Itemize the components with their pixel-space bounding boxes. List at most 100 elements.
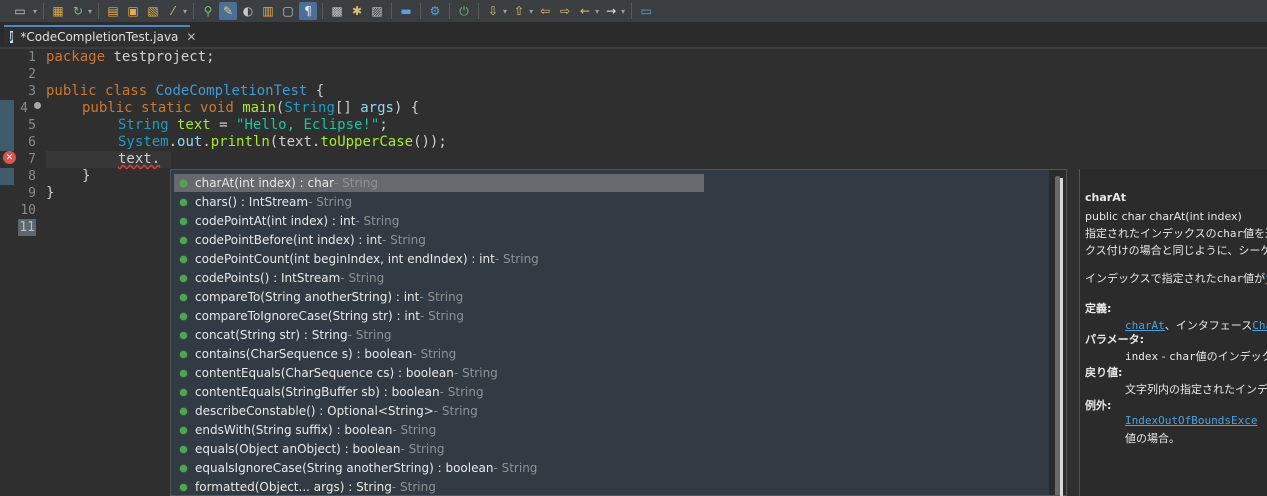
- definition-text: charAt、インタフェースCharS: [1125, 317, 1267, 333]
- back-icon[interactable]: ←: [576, 2, 594, 20]
- code-line-4: public static void main(String[] args) {: [82, 100, 420, 116]
- javadoc-signature: public char charAt(int index): [1085, 210, 1242, 223]
- toolbar-separator: [449, 3, 451, 19]
- proposal-owner: - String: [391, 480, 436, 494]
- settings-icon[interactable]: ⚙: [426, 2, 444, 20]
- proposal-owner: - String: [340, 271, 385, 285]
- line-number: 7: [28, 152, 36, 167]
- definition-label: 定義:: [1085, 302, 1112, 315]
- open-perspective-icon[interactable]: ▭: [637, 2, 655, 20]
- proposal-owner: - String: [433, 404, 478, 418]
- open-type-icon[interactable]: ▧: [144, 2, 162, 20]
- parameter-text: index - char値のインデック: [1125, 350, 1267, 363]
- block-selection-icon[interactable]: ▥: [259, 2, 277, 20]
- proposal-item[interactable]: contentEquals(StringBuffer sb) : boolean…: [174, 383, 484, 401]
- proposal-signature: compareToIgnoreCase(String str) : int: [195, 309, 421, 323]
- public-method-icon: [180, 331, 187, 339]
- javadoc-description: クス付けの場合と同じように、シーケンス(: [1085, 244, 1267, 257]
- error-icon[interactable]: ✕: [3, 151, 16, 164]
- jump-icon[interactable]: ⇨: [556, 2, 574, 20]
- debug-icon[interactable]: ↻: [69, 2, 87, 20]
- build-all-icon[interactable]: ✱: [348, 2, 366, 20]
- proposal-scrollbar[interactable]: [1049, 170, 1066, 495]
- javadoc-hover: charAt public char charAt(int index) 指定さ…: [1079, 169, 1267, 496]
- proposal-item[interactable]: chars() : IntStream - String: [174, 193, 352, 211]
- last-edit-icon[interactable]: ⇦: [536, 2, 554, 20]
- open-folder-icon[interactable]: ▣: [124, 2, 142, 20]
- line-number: 2: [28, 67, 36, 82]
- proposal-item[interactable]: concat(String str) : String - String: [174, 326, 392, 344]
- proposal-item[interactable]: charAt(int index) : char - String: [174, 174, 704, 192]
- fold-icon[interactable]: [34, 102, 41, 109]
- proposal-item[interactable]: contentEquals(CharSequence cs) : boolean…: [174, 364, 498, 382]
- main-toolbar: ▭ ▾ ▦ ↻ ▾ ▤ ▣ ▧ ⁄ ▾ ⚲ ✎ ◐ ▥ ▢ ¶ ▩ ✱ ▨ ▬ ⚙ ⏻…: [0, 0, 1267, 23]
- change-marker: [0, 168, 14, 185]
- prev-annotation-icon[interactable]: ⇧: [510, 2, 528, 20]
- public-method-icon: [180, 407, 187, 415]
- charsequence-link[interactable]: CharS: [1252, 319, 1267, 332]
- change-marker: [0, 134, 14, 151]
- run-icon[interactable]: ▦: [49, 2, 67, 20]
- new-project-icon[interactable]: ▤: [104, 2, 122, 20]
- dropdown-arrow-icon[interactable]: ▾: [529, 7, 533, 16]
- dropdown-arrow-icon[interactable]: ▾: [183, 7, 187, 16]
- line-number: 5: [28, 118, 36, 133]
- dropdown-arrow-icon[interactable]: ▾: [595, 7, 599, 16]
- proposal-item[interactable]: codePoints() : IntStream - String: [174, 269, 384, 287]
- dropdown-arrow-icon[interactable]: ▾: [33, 7, 37, 16]
- editor-tab-strip: J *CodeCompletionTest.java ✕: [0, 23, 1267, 49]
- proposal-item[interactable]: compareToIgnoreCase(String str) : int - …: [174, 307, 464, 325]
- java-file-icon: J: [10, 31, 14, 43]
- console-icon[interactable]: ▬: [397, 2, 415, 20]
- proposal-item[interactable]: formatted(Object... args) : String - Str…: [174, 478, 436, 495]
- proposal-item[interactable]: codePointCount(int beginIndex, int endIn…: [174, 250, 539, 268]
- highlight-icon[interactable]: ✎: [219, 2, 238, 20]
- tab-codecompletiontest[interactable]: J *CodeCompletionTest.java ✕: [4, 25, 196, 47]
- wand-icon[interactable]: ⁄: [164, 2, 182, 20]
- code-line-9: }: [46, 185, 55, 201]
- proposal-item[interactable]: endsWith(String suffix) : boolean - Stri…: [174, 421, 436, 439]
- next-annotation-icon[interactable]: ⇩: [484, 2, 502, 20]
- popup-sash[interactable]: [1060, 178, 1063, 496]
- proposal-signature: contentEquals(CharSequence cs) : boolean: [195, 366, 454, 380]
- dropdown-arrow-icon[interactable]: ▾: [621, 7, 625, 16]
- proposal-signature: contentEquals(StringBuffer sb) : boolean: [195, 385, 440, 399]
- proposal-item[interactable]: contains(CharSequence s) : boolean - Str…: [174, 345, 456, 363]
- proposal-signature: compareTo(String anotherString) : int: [195, 290, 420, 304]
- new-icon[interactable]: ▭: [8, 2, 32, 20]
- public-method-icon: [180, 217, 187, 225]
- proposal-item[interactable]: equalsIgnoreCase(String anotherString) :…: [174, 459, 537, 477]
- javadoc-title: charAt: [1085, 191, 1126, 204]
- toolbar-separator: [322, 3, 324, 19]
- exception-link[interactable]: IndexOutOfBoundsExce: [1125, 414, 1257, 427]
- change-marker: [0, 100, 14, 134]
- power-icon[interactable]: ⏻: [455, 2, 473, 20]
- proposal-item[interactable]: compareTo(String anotherString) : int - …: [174, 288, 463, 306]
- show-whitespace-icon[interactable]: ▢: [279, 2, 297, 20]
- external-tools-icon[interactable]: ▨: [368, 2, 386, 20]
- proposal-item[interactable]: equals(Object anObject) : boolean - Stri…: [174, 440, 444, 458]
- public-method-icon: [180, 179, 187, 187]
- line-number: 4: [20, 101, 28, 116]
- proposal-owner: - String: [420, 309, 464, 323]
- build-icon[interactable]: ▩: [328, 2, 346, 20]
- proposal-owner: - String: [308, 195, 353, 209]
- search-icon[interactable]: ⚲: [199, 2, 217, 20]
- returns-text: 文字列内の指定されたインデッ: [1125, 383, 1267, 396]
- proposal-signature: endsWith(String suffix) : boolean: [195, 423, 393, 437]
- content-assist-popup[interactable]: charAt(int index) : char - String chars()…: [170, 169, 1067, 496]
- proposal-item[interactable]: codePointBefore(int index) : int - Strin…: [174, 231, 426, 249]
- proposal-item[interactable]: describeConstable() : Optional<String> -…: [174, 402, 478, 420]
- toggle-mark-icon[interactable]: ◐: [239, 2, 257, 20]
- annotation-ruler[interactable]: [0, 49, 14, 496]
- proposal-signature: codePointBefore(int index) : int: [195, 233, 382, 247]
- javadoc-description: インデックスで指定されたchar値がサロ: [1085, 270, 1267, 286]
- dropdown-arrow-icon[interactable]: ▾: [503, 7, 507, 16]
- proposal-item[interactable]: codePointAt(int index) : int - String: [174, 212, 399, 230]
- close-icon[interactable]: ✕: [186, 30, 196, 44]
- proposal-owner: - String: [392, 423, 437, 437]
- forward-icon[interactable]: →: [602, 2, 620, 20]
- code-line-3: public class CodeCompletionTest {: [46, 83, 325, 99]
- dropdown-arrow-icon[interactable]: ▾: [88, 7, 92, 16]
- show-pilcrow-icon[interactable]: ¶: [299, 2, 318, 20]
